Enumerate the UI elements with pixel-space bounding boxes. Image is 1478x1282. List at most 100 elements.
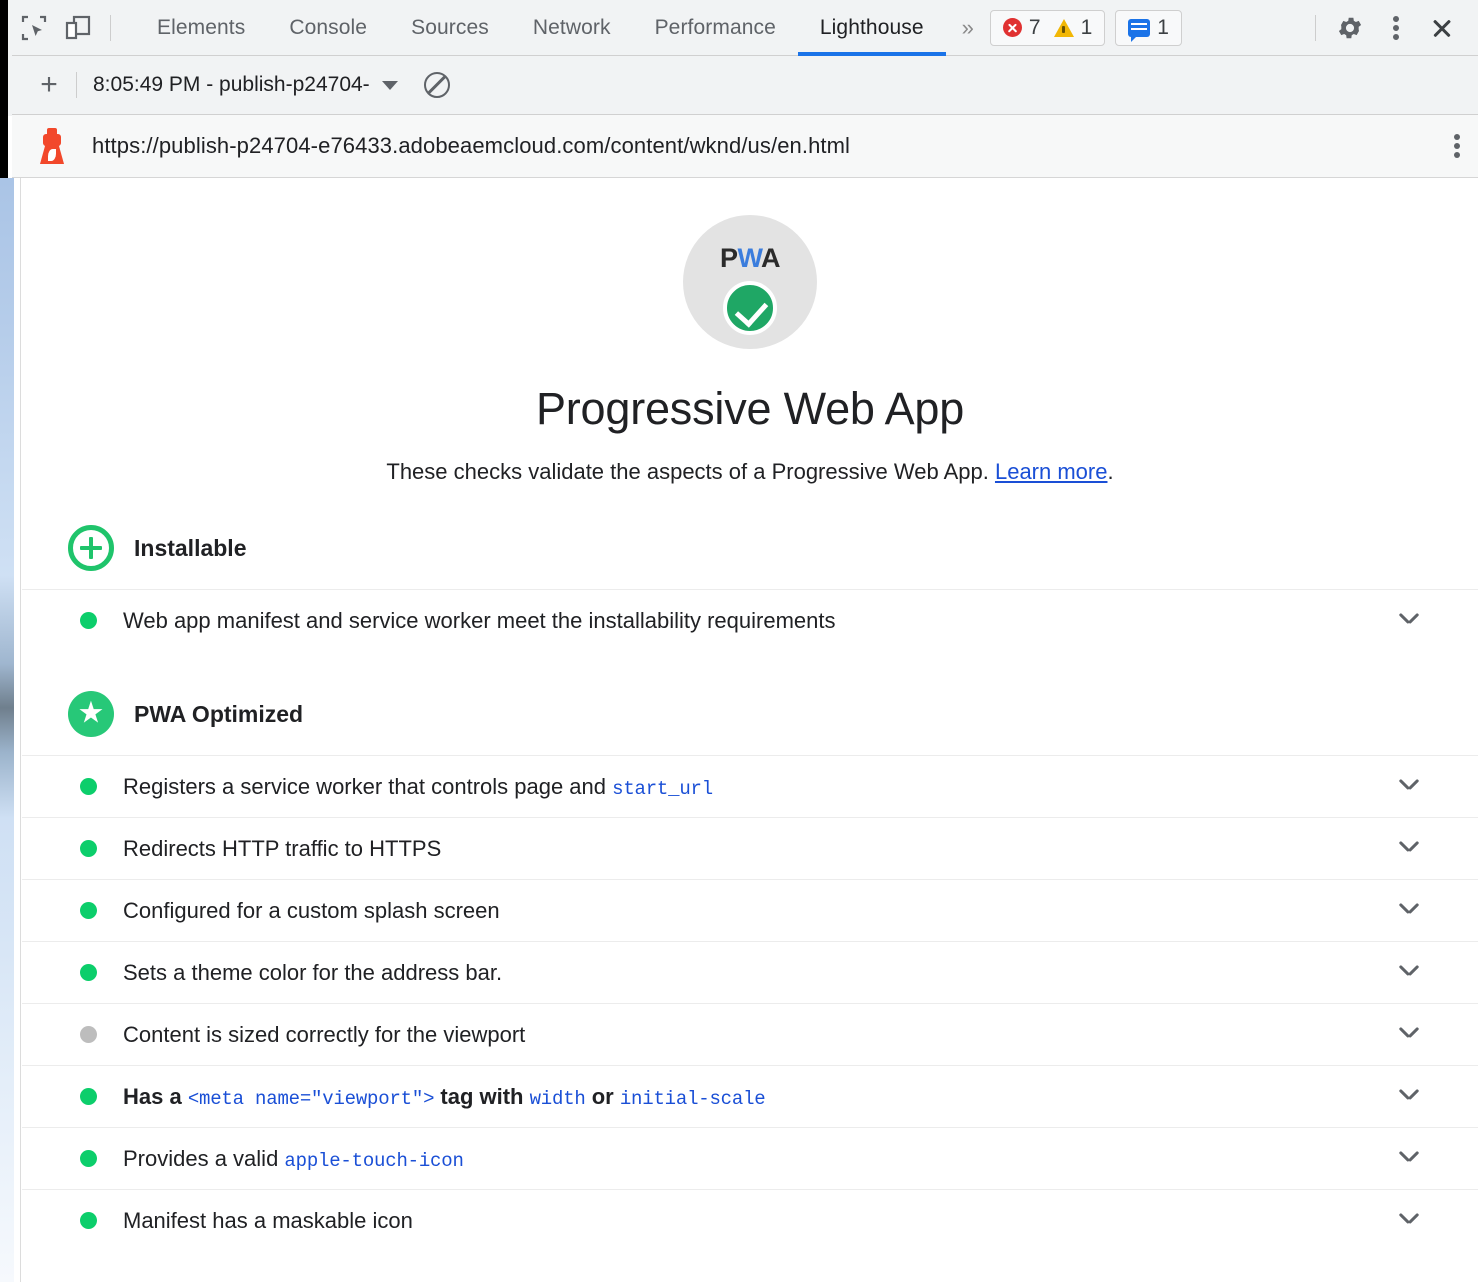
new-report-button[interactable]: + <box>32 70 66 100</box>
issues-counter[interactable]: 1 <box>1115 10 1182 46</box>
chevron-down-icon[interactable] <box>1398 1210 1420 1232</box>
audit-title: Sets a theme color for the address bar. <box>123 960 502 986</box>
pwa-badge: PWA <box>683 215 817 349</box>
lighthouse-report: PWA Progressive Web App These checks val… <box>22 179 1478 1282</box>
report-selector[interactable]: 8:05:49 PM - publish-p24704- <box>93 73 398 97</box>
audit-row[interactable]: Configured for a custom splash screen <box>22 879 1478 941</box>
tab-label: Sources <box>411 16 489 40</box>
chevron-down-icon[interactable] <box>1398 1148 1420 1170</box>
tab-performance[interactable]: Performance <box>633 0 798 56</box>
chevron-down-icon[interactable] <box>1398 610 1420 632</box>
inspect-element-icon[interactable] <box>12 0 56 56</box>
chevron-down-icon[interactable] <box>1398 1086 1420 1108</box>
tab-label: Elements <box>157 16 245 40</box>
toolbar-divider-2 <box>1315 15 1316 41</box>
pwa-letter-a: A <box>761 243 780 273</box>
chevron-down-icon[interactable] <box>1398 838 1420 860</box>
warning-icon <box>1054 19 1074 37</box>
status-badge <box>80 964 97 981</box>
audit-row[interactable]: Manifest has a maskable icon <box>22 1189 1478 1251</box>
tab-console[interactable]: Console <box>267 0 389 56</box>
audit-row[interactable]: Registers a service worker that controls… <box>22 755 1478 817</box>
audit-row[interactable]: Content is sized correctly for the viewp… <box>22 1003 1478 1065</box>
devtools-tab-strip: Elements Console Sources Network Perform… <box>135 0 946 56</box>
devtools-toolbar-right <box>1305 0 1478 56</box>
audit-text-part: Content is sized correctly for the viewp… <box>123 1022 525 1047</box>
error-icon <box>1003 18 1022 37</box>
audit-code-part: <meta name="viewport"> <box>188 1088 434 1110</box>
group-label: Installable <box>134 535 246 562</box>
audit-title: Web app manifest and service worker meet… <box>123 608 835 634</box>
tab-elements[interactable]: Elements <box>135 0 267 56</box>
status-badge <box>80 1088 97 1105</box>
chevron-down-icon <box>382 81 398 90</box>
tab-sources[interactable]: Sources <box>389 0 511 56</box>
chevron-down-icon[interactable] <box>1398 776 1420 798</box>
group-label: PWA Optimized <box>134 701 303 728</box>
gear-icon[interactable] <box>1328 0 1372 56</box>
group-header: Installable <box>22 519 1478 577</box>
devtools-more-options-icon[interactable] <box>1374 0 1418 56</box>
audit-code-part: width <box>530 1088 586 1110</box>
pwa-letter-p: P <box>720 243 738 273</box>
audit-text-part: Registers a service worker that controls… <box>123 774 612 799</box>
pwa-letter-w: W <box>738 243 762 273</box>
audit-title: Has a <meta name="viewport"> tag with wi… <box>123 1084 765 1110</box>
audit-row[interactable]: Web app manifest and service worker meet… <box>22 589 1478 651</box>
page-content-sliver <box>0 178 14 1282</box>
tab-label: Console <box>289 16 367 40</box>
status-badge <box>80 1212 97 1229</box>
status-badge <box>80 1150 97 1167</box>
audit-list: Registers a service worker that controls… <box>22 755 1478 1251</box>
audit-title: Manifest has a maskable icon <box>123 1208 413 1234</box>
message-count: 1 <box>1157 16 1169 40</box>
tab-network[interactable]: Network <box>511 0 633 56</box>
tab-label: Performance <box>655 16 776 40</box>
message-icon <box>1128 19 1150 37</box>
status-badge <box>80 840 97 857</box>
audit-row[interactable]: Sets a theme color for the address bar. <box>22 941 1478 1003</box>
status-badge <box>80 902 97 919</box>
audit-text-part: Redirects HTTP traffic to HTTPS <box>123 836 441 861</box>
description-text: These checks validate the aspects of a P… <box>386 459 995 484</box>
report-selector-label: 8:05:49 PM - publish-p24704- <box>93 73 370 97</box>
report-more-options-icon[interactable] <box>1454 133 1460 159</box>
browser-left-edge <box>0 0 8 178</box>
chevron-down-icon[interactable] <box>1398 962 1420 984</box>
chevron-down-icon[interactable] <box>1398 1024 1420 1046</box>
audit-row[interactable]: Redirects HTTP traffic to HTTPS <box>22 817 1478 879</box>
more-tabs-icon[interactable]: » <box>946 15 988 41</box>
learn-more-link[interactable]: Learn more <box>995 459 1108 484</box>
report-hero: PWA Progressive Web App These checks val… <box>22 179 1478 485</box>
clear-all-icon[interactable] <box>424 72 450 98</box>
audited-url[interactable]: https://publish-p24704-e76433.adobeaemcl… <box>92 133 850 159</box>
audit-list: Web app manifest and service worker meet… <box>22 589 1478 651</box>
audit-title: Redirects HTTP traffic to HTTPS <box>123 836 441 862</box>
audit-text-part: Has a <box>123 1084 188 1109</box>
audit-row[interactable]: Provides a valid apple-touch-icon <box>22 1127 1478 1189</box>
status-badge <box>80 778 97 795</box>
audit-group-installable: Installable Web app manifest and service… <box>22 519 1478 651</box>
chevron-down-icon[interactable] <box>1398 900 1420 922</box>
plus-circle-icon <box>68 525 114 571</box>
report-url-bar: https://publish-p24704-e76433.adobeaemcl… <box>12 115 1478 178</box>
tab-label: Lighthouse <box>820 16 924 40</box>
audit-row[interactable]: Has a <meta name="viewport"> tag with wi… <box>22 1065 1478 1127</box>
audit-code-part: start_url <box>612 778 713 800</box>
audit-code-part: apple-touch-icon <box>284 1150 463 1172</box>
lighthouse-icon <box>38 128 66 164</box>
star-circle-icon: ★ <box>68 691 114 737</box>
audit-text-part: Manifest has a maskable icon <box>123 1208 413 1233</box>
close-icon[interactable] <box>1420 0 1464 56</box>
tab-lighthouse[interactable]: Lighthouse <box>798 0 946 56</box>
audit-title: Configured for a custom splash screen <box>123 898 500 924</box>
error-warning-counter[interactable]: 7 1 <box>990 10 1105 46</box>
audit-text-part: tag with <box>434 1084 529 1109</box>
pwa-check-icon <box>723 281 777 335</box>
lighthouse-toolbar: + 8:05:49 PM - publish-p24704- <box>12 56 1478 115</box>
audit-text-part: Configured for a custom splash screen <box>123 898 500 923</box>
warning-count: 1 <box>1081 16 1093 40</box>
lh-toolbar-divider <box>76 72 77 98</box>
status-badge <box>80 1026 97 1043</box>
device-toolbar-icon[interactable] <box>56 0 100 56</box>
